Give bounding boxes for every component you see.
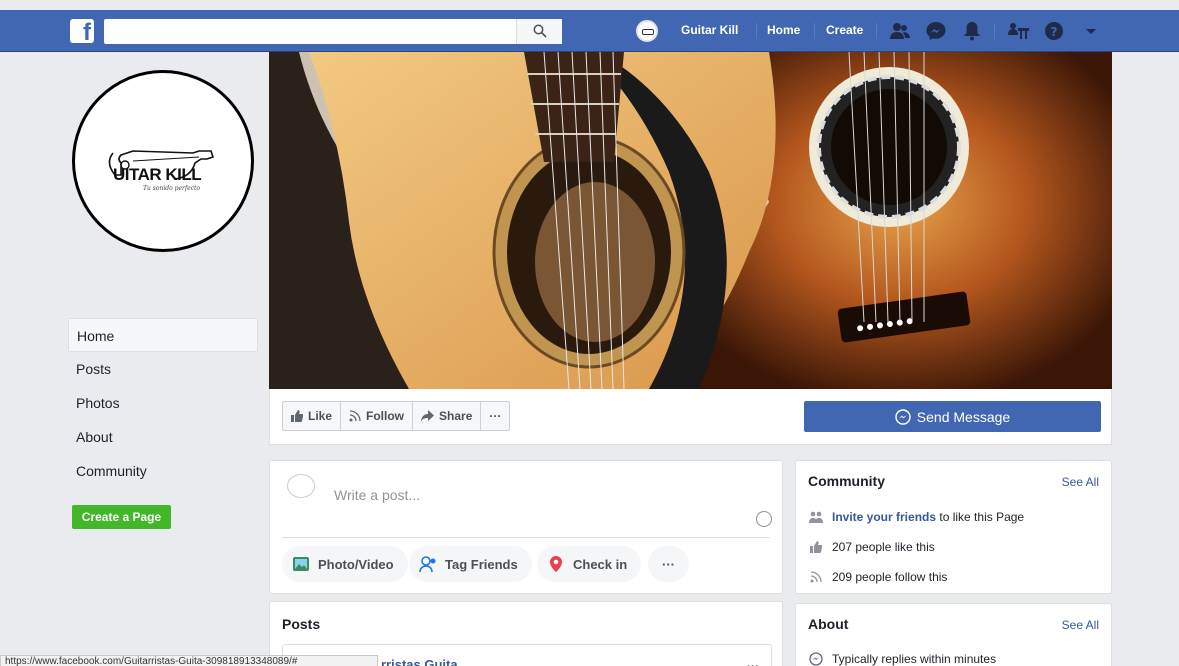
share-button[interactable]: Share [413,402,482,430]
send-message-button[interactable]: Send Message [804,401,1101,432]
check-in-label: Check in [573,556,628,572]
share-label: Share [439,409,473,423]
like-button[interactable]: Like [283,402,342,430]
help-icon[interactable]: ? [1043,21,1065,41]
community-see-all-link[interactable]: See All [1062,475,1099,489]
post-options-button[interactable]: ··· [747,659,759,666]
follow-button[interactable]: Follow [341,402,414,430]
tag-friends-icon [419,556,436,573]
photo-icon [293,557,309,571]
invite-friends-link[interactable]: Invite your friends [832,510,936,524]
bell-icon[interactable] [961,21,983,41]
top-navigation-bar: f Guitar Kill Home Create ? [0,10,1179,52]
profile-picture[interactable]: UITAR KILL Tu sonido perfecto [72,70,254,252]
rss-follow-icon [349,410,361,422]
page-actions-group: Like Follow Share ··· [282,401,511,431]
left-nav-photos[interactable]: Photos [68,386,258,420]
emoji-icon[interactable] [756,511,772,527]
response-time-text: Typically replies within minutes [832,652,997,666]
nav-home-link[interactable]: Home [767,23,800,37]
more-actions-button[interactable]: ··· [481,402,509,430]
nav-separator [814,23,815,39]
search-button[interactable] [516,19,562,44]
messenger-icon [895,408,911,425]
tag-friends-label: Tag Friends [445,556,518,572]
dropdown-icon[interactable] [1080,21,1102,41]
photo-video-label: Photo/Video [318,556,394,572]
community-title: Community [808,473,885,489]
check-in-button[interactable]: Check in [537,546,642,582]
search-input[interactable] [104,19,562,44]
cover-photo[interactable] [269,52,1112,389]
about-card: About See All Typically replies within m… [795,603,1112,666]
browser-status-url: https://www.facebook.com/Guitarristas-Gu… [0,655,378,666]
left-nav-about[interactable]: About [68,420,258,454]
community-card: Community See All Invite your friends to… [795,460,1112,594]
friends-icon [809,511,823,523]
post-author-link[interactable]: rristas Guita [381,657,458,666]
logo-text: UITAR KILL [113,165,202,184]
about-title: About [808,616,849,632]
nav-separator [994,23,995,39]
page-users-icon[interactable] [1008,21,1030,41]
write-post-input[interactable]: Write a post... [334,487,420,503]
follow-label: Follow [366,409,405,423]
response-time-row: Typically replies within minutes [808,650,996,666]
left-nav-posts[interactable]: Posts [68,352,258,386]
follows-count-text: 209 people follow this [832,570,948,584]
location-pin-icon [550,556,562,572]
nav-separator [876,23,877,39]
messenger-icon[interactable] [925,21,947,41]
composer-avatar [287,474,315,498]
rss-follow-icon [810,571,822,583]
follows-row: 209 people follow this [808,568,947,586]
search-icon [533,24,547,38]
messenger-icon [809,652,823,666]
like-label: Like [308,409,333,423]
posts-title: Posts [282,616,321,632]
nav-create-link[interactable]: Create [826,23,863,37]
nav-page-name[interactable]: Guitar Kill [681,23,738,37]
composer-divider [282,537,770,538]
page-action-bar: Like Follow Share ··· Send Message [269,389,1112,445]
send-message-label: Send Message [916,408,1011,425]
composer-more-button[interactable]: ··· [648,546,689,582]
svg-text:?: ? [1051,25,1058,39]
likes-row: 207 people like this [808,538,935,556]
friends-icon[interactable] [889,21,911,41]
invite-friends-row: Invite your friends to like this Page [808,508,1024,526]
facebook-logo-icon[interactable]: f [70,19,94,43]
thumbs-up-icon [291,410,303,422]
post-composer: Write a post... Photo/Video Tag Friends … [269,460,783,594]
likes-count-text: 207 people like this [832,540,935,554]
page-avatar[interactable] [636,20,658,42]
tag-friends-button[interactable]: Tag Friends [409,546,532,582]
thumbs-up-icon [810,541,822,553]
create-page-button[interactable]: Create a Page [72,505,171,529]
logo-tagline: Tu sonido perfecto [143,185,201,192]
page-left-nav: Home Posts Photos About Community [68,318,258,488]
invite-friends-text: to like this Page [939,510,1025,524]
photo-video-button[interactable]: Photo/Video [282,546,408,582]
nav-separator [756,23,757,39]
left-nav-community[interactable]: Community [68,454,258,488]
left-nav-home[interactable]: Home [68,318,258,352]
about-see-all-link[interactable]: See All [1062,618,1099,632]
share-arrow-icon [421,410,435,422]
